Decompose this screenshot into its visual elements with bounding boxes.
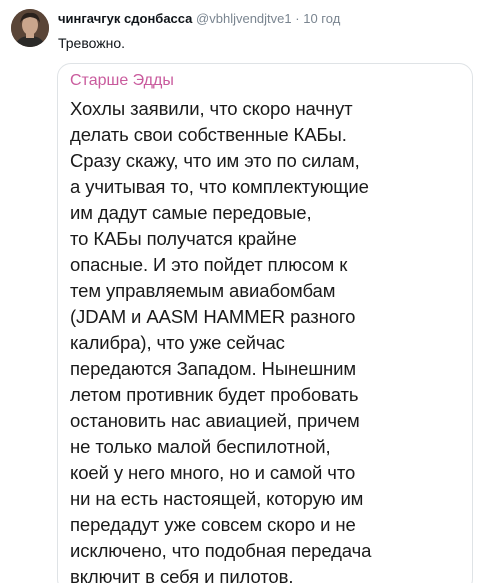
text-line: исключено, что подобная передача [70,540,372,561]
text-line: ни на есть настоящей, которую им [70,488,364,509]
tweet-header: чингачгук сдонбасса @vbhljvendjtve1 · 10… [58,11,483,27]
text-line: (JDAM и AASM HAMMER разного [70,306,356,327]
text-line: коей у него много, но и самой что [70,462,356,483]
text-line: им дадут самые передовые, [70,202,312,223]
text-line: не только малой беспилотной, [70,436,331,457]
text-line: передаются Западом. Нынешним [70,358,357,379]
text-line: опасные. И это пойдет плюсом к [70,254,348,275]
tweet-text: Тревожно. [58,35,126,51]
text-line: тем управляемым авиабомбам [70,280,336,301]
author-display-name[interactable]: чингачгук сдонбасса [58,11,192,26]
text-line: остановить нас авиацией, причем [70,410,360,431]
text-line: калибра), что уже сейчас [70,332,285,353]
text-line: то КАБы получатся крайне [70,228,297,249]
text-line: включит в себя и пилотов. [70,566,294,583]
author-handle[interactable]: @vbhljvendjtve1 [196,11,292,26]
quoted-post-author[interactable]: Старше Эдды [70,71,174,91]
text-line: передадут уже совсем скоро и не [70,514,356,535]
timestamp[interactable]: 10 год [303,11,340,26]
user-avatar-photo-icon [11,9,49,47]
avatar[interactable] [11,9,49,47]
text-line: Сразу скажу, что им это по силам, [70,150,360,171]
separator-dot: · [295,11,300,26]
quoted-post-text: Хохлы заявили, что скоро начнут делать с… [70,96,415,583]
text-line: а учитывая то, что комплектующие [70,176,369,197]
quoted-post[interactable]: Старше Эдды Хохлы заявили, что скоро нач… [57,63,473,583]
tweet: чингачгук сдонбасса @vbhljvendjtve1 · 10… [0,0,491,583]
text-line: летом противник будет пробовать [70,384,359,405]
text-line: Хохлы заявили, что скоро начнут [70,98,353,119]
text-line: делать свои собственные КАБы. [70,124,347,145]
